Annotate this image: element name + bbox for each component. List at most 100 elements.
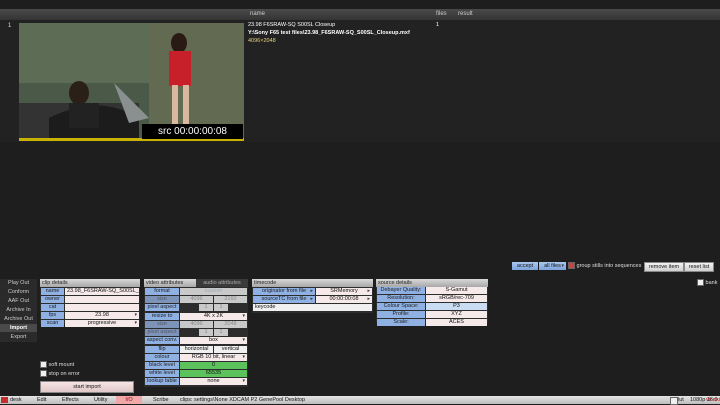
black-level-field[interactable]: 0	[180, 362, 247, 369]
keycode-button[interactable]: keycode	[253, 304, 372, 311]
source-tc-field[interactable]: 00:00:00:08	[316, 296, 372, 303]
nav-export[interactable]: Export	[0, 333, 37, 342]
colour-space-value[interactable]: P3	[426, 303, 487, 310]
sidebar-nav: Play Out Conform AAF Out Archive In Arch…	[0, 279, 37, 342]
clip-details-title: clip details	[40, 279, 140, 287]
exit-button[interactable]: exit	[713, 396, 720, 404]
lookup-table-dropdown[interactable]: none	[180, 378, 247, 385]
source-tc-value: 00:00:00:08	[329, 296, 359, 302]
tab-effects[interactable]: Effects	[62, 396, 79, 404]
source-tc-button[interactable]: sourceTC from file	[253, 296, 315, 303]
black-level-label: black level	[145, 362, 179, 369]
nav-archive-out[interactable]: Archive Out	[0, 315, 37, 324]
thumbnail-image	[19, 23, 244, 140]
format-label: format	[145, 288, 179, 295]
size2-height: 2048	[214, 321, 247, 328]
owner-field[interactable]	[65, 296, 139, 303]
size-height: 2160	[214, 296, 247, 303]
clip-list-header: name files result	[0, 9, 720, 20]
soft-mount-option[interactable]: soft mount	[40, 361, 74, 369]
debayer-quality-label: Debayer Quality:	[377, 287, 425, 294]
tab-edit[interactable]: Edit	[37, 396, 46, 404]
cat-label: cat	[41, 304, 64, 311]
tab-utility[interactable]: Utility	[94, 396, 107, 404]
soft-mount-checkbox[interactable]	[40, 361, 47, 369]
bank-checkbox[interactable]	[697, 279, 704, 287]
scan-label: scan	[41, 320, 64, 327]
originator-field[interactable]: SRMemory	[316, 288, 372, 295]
originator-label: originator from file	[261, 288, 307, 294]
group-stills-label: group stills into sequences	[576, 263, 642, 269]
group-stills-checkbox[interactable]	[568, 262, 575, 270]
clip-title: 23.98 F6SRAW-SQ S00SL Closeup	[248, 22, 336, 28]
tab-audio-attributes[interactable]: audio attributes	[196, 279, 248, 287]
reset-list-button[interactable]: reset list	[684, 262, 714, 272]
stop-on-error-option[interactable]: stop on error	[40, 370, 80, 378]
aspect-conv-dropdown[interactable]: box	[180, 337, 247, 344]
flip-horizontal-button[interactable]: horizontal	[180, 346, 213, 353]
colour-value: RGB 10 bit, linear	[191, 354, 236, 360]
remove-item-button[interactable]: remove item	[644, 262, 684, 272]
tab-desk[interactable]: desk	[10, 396, 22, 404]
aspect-conv-value: box	[209, 337, 218, 343]
format-field: custom	[180, 288, 247, 295]
clips-path[interactable]: clips: settings\None XDCAM P2 GenePool D…	[180, 396, 305, 404]
nav-archive-in[interactable]: Archive In	[0, 306, 37, 315]
start-import-button[interactable]: start import	[40, 381, 134, 393]
column-files[interactable]: files	[436, 11, 447, 17]
debayer-quality-value[interactable]: S-Gamut	[426, 287, 487, 294]
clip-thumbnail[interactable]	[19, 23, 244, 140]
tab-video-attributes[interactable]: video attributes	[144, 279, 196, 287]
column-name[interactable]: name	[250, 11, 265, 17]
name-field[interactable]: 23.98_F6SRAW-SQ_S00SL_Cl	[65, 288, 139, 295]
tab-io[interactable]: I/O	[116, 396, 142, 404]
profile-value[interactable]: XYZ	[426, 311, 487, 318]
nav-play-out[interactable]: Play Out	[0, 279, 37, 288]
resize-dropdown[interactable]: 4K x 2K	[180, 313, 247, 320]
source-details-title: source details	[376, 279, 488, 287]
scale-value[interactable]: ACES	[426, 319, 487, 326]
flip-vertical-button[interactable]: vertical	[214, 346, 247, 353]
clip-files-count: 1	[436, 22, 440, 28]
flip-label: flip	[145, 346, 179, 353]
pixel-aspect-a: 1	[199, 304, 213, 311]
vtr-indicator[interactable]: vtr	[706, 396, 712, 404]
resolution-label: Resolution:	[377, 295, 425, 302]
nav-import[interactable]: Import	[0, 324, 37, 333]
resize-value: 4K x 2K	[203, 313, 224, 319]
size2-width: 4096	[180, 321, 213, 328]
pixel-aspect2-b: 1	[214, 329, 228, 336]
scale-label: Scale:	[377, 319, 425, 326]
nav-conform[interactable]: Conform	[0, 288, 37, 297]
timecode-overlay: src 00:00:00:08	[142, 124, 243, 139]
accept-button[interactable]: accept	[512, 262, 538, 270]
row-index: 1	[8, 23, 12, 29]
originator-button[interactable]: originator from file	[253, 288, 315, 295]
stop-on-error-checkbox[interactable]	[40, 370, 47, 378]
tab-scribe[interactable]: Scribe	[153, 396, 169, 404]
bank-option[interactable]: bank	[697, 279, 717, 287]
colour-dropdown[interactable]: RGB 10 bit, linear	[180, 354, 247, 361]
column-result[interactable]: result	[458, 11, 473, 17]
clip-path: Y:\Sony F65 test files\23.98_F6SRAW-SQ_S…	[248, 30, 410, 36]
white-level-field[interactable]: 65535	[180, 370, 247, 377]
aspect-conv-label: aspect conv.	[145, 337, 179, 344]
lut-label: lut	[678, 397, 684, 403]
white-level-label: white level	[145, 370, 179, 377]
resolution-value[interactable]: sRGB/rec-709	[426, 295, 487, 302]
size-width: 4096	[180, 296, 213, 303]
name-label: name	[41, 288, 64, 295]
all-files-dropdown[interactable]: all files	[539, 262, 566, 270]
fps-dropdown[interactable]: 23.98	[65, 312, 139, 319]
profile-label: Profile:	[377, 311, 425, 318]
owner-label: owner	[41, 296, 64, 303]
colour-space-label: Colour Space:	[377, 303, 425, 310]
stop-on-error-label: stop on error	[48, 371, 80, 377]
cat-field[interactable]	[65, 304, 139, 311]
scan-dropdown[interactable]: progressive	[65, 320, 139, 327]
pixel-aspect2-label: pixel aspect	[145, 329, 179, 336]
nav-aaf-out[interactable]: AAF Out	[0, 297, 37, 306]
clip-resolution: 4096×2048	[248, 38, 276, 44]
group-stills-option[interactable]: group stills into sequences	[568, 262, 641, 270]
pixel-aspect-label: pixel aspect	[145, 304, 179, 311]
